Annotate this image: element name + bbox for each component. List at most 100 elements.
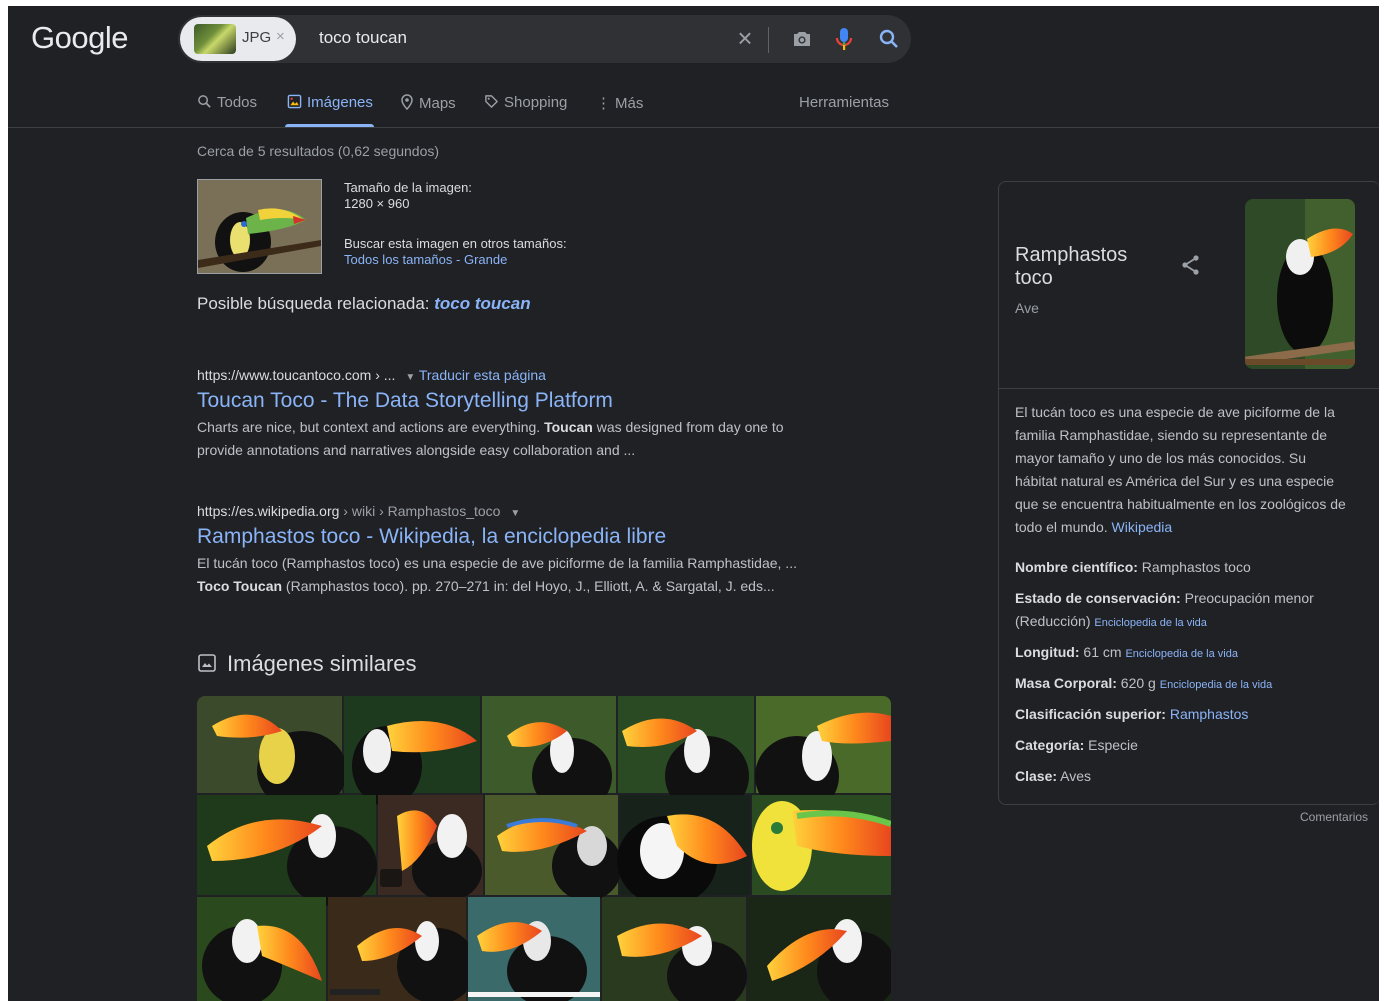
eol-source-link[interactable]: Enciclopedia de la vida — [1125, 648, 1238, 660]
query-image-preview[interactable] — [197, 179, 322, 274]
kp-title-line: Ramphastos — [1015, 244, 1128, 266]
all-sizes-link[interactable]: Todos los tamaños — [344, 252, 452, 267]
tools-button[interactable]: Herramientas — [799, 94, 889, 111]
image-icon — [287, 94, 302, 109]
search-bar[interactable]: JPG × toco toucan × — [178, 15, 911, 63]
fact-value: 61 cm — [1079, 644, 1122, 660]
tab-maps[interactable]: Maps — [400, 94, 456, 112]
related-search: Posible búsqueda relacionada: toco touca… — [197, 294, 531, 314]
google-logo[interactable]: Google — [31, 20, 128, 56]
image-size-value: 1280 × 960 — [344, 196, 410, 211]
result-stats: Cerca de 5 resultados (0,62 segundos) — [197, 143, 440, 159]
large-size-link[interactable]: Grande — [464, 252, 507, 267]
tab-label: Imágenes — [307, 94, 373, 111]
result-title[interactable]: Toucan Toco - The Data Storytelling Plat… — [197, 389, 897, 413]
snippet-text: Charts are nice, but context and actions… — [197, 419, 545, 435]
share-icon[interactable] — [1180, 254, 1202, 276]
chip-remove-button[interactable]: × — [276, 28, 285, 45]
result-url-line: https://es.wikipedia.org › wiki › Rampha… — [197, 503, 897, 519]
map-pin-icon — [401, 94, 413, 111]
similar-image[interactable] — [752, 795, 891, 895]
image-icon — [198, 654, 216, 672]
result-snippet: Charts are nice, but context and actions… — [197, 416, 897, 462]
similar-image[interactable] — [602, 897, 747, 1001]
header-divider — [8, 127, 1379, 128]
fact-label: Longitud: — [1015, 644, 1080, 660]
similar-image[interactable] — [468, 897, 600, 1001]
tab-imagenes[interactable]: Imágenes — [287, 94, 373, 111]
image-chip[interactable]: JPG × — [180, 17, 296, 61]
fact-label: Masa Corporal: — [1015, 675, 1117, 691]
search-input[interactable]: toco toucan — [319, 28, 407, 48]
similar-image[interactable] — [197, 696, 347, 811]
similar-images-mosaic — [197, 696, 891, 1001]
search-result: https://es.wikipedia.org › wiki › Rampha… — [197, 503, 897, 598]
fact-label: Clasificación superior: — [1015, 706, 1166, 722]
snippet-text: provide annotations and narratives along… — [197, 442, 636, 458]
fact-value: Aves — [1057, 768, 1092, 784]
result-url-domain[interactable]: https://es.wikipedia.org — [197, 503, 339, 519]
result-url-line: https://www.toucantoco.com › ... ▼ Tradu… — [197, 367, 897, 383]
ramphastos-link[interactable]: Ramphastos — [1170, 706, 1249, 722]
result-url[interactable]: https://www.toucantoco.com › ... — [197, 367, 395, 383]
camera-icon[interactable] — [790, 27, 814, 51]
kp-fact-mass: Masa Corporal: 620 g Enciclopedia de la … — [1015, 672, 1272, 697]
fact-label: Clase: — [1015, 768, 1058, 784]
similar-image[interactable] — [748, 897, 891, 1001]
similar-image[interactable] — [197, 795, 377, 906]
google-results-page: Google JPG × toco toucan × Todos Imágene… — [8, 6, 1379, 1001]
kp-description-line: que se encuentra habitualmente en los zo… — [1015, 496, 1346, 512]
snippet-text: (Ramphastos toco). pp. 270–271 in: del H… — [282, 578, 775, 594]
tag-icon — [485, 95, 498, 108]
similar-image[interactable] — [344, 696, 480, 806]
kp-fact-category: Categoría: Especie — [1015, 734, 1138, 757]
kp-fact-class: Clase: Aves — [1015, 765, 1091, 788]
similar-image[interactable] — [617, 795, 750, 906]
snippet-text: was designed from day one to — [592, 419, 784, 435]
toucan-image — [198, 180, 321, 273]
translate-link[interactable]: Traducir esta página — [419, 367, 546, 383]
kp-description-line: familia Ramphastidae, siendo su represen… — [1015, 427, 1328, 443]
fact-value: 620 g — [1116, 675, 1156, 691]
fact-value: Especie — [1084, 737, 1138, 753]
similar-image[interactable] — [378, 795, 483, 901]
tab-label: Shopping — [504, 94, 568, 111]
kp-fact-conservation: Estado de conservación: Preocupación men… — [1015, 587, 1314, 635]
knowledge-panel: Ramphastos toco Ave El tucán toco es una… — [998, 181, 1379, 805]
caret-down-icon[interactable]: ▼ — [405, 372, 415, 383]
feedback-link[interactable]: Comentarios — [1300, 810, 1368, 824]
image-size-label: Tamaño de la imagen: — [344, 180, 472, 195]
similar-image[interactable] — [328, 897, 477, 1001]
kp-description-line: El tucán toco es una especie de ave pici… — [1015, 404, 1335, 420]
related-search-link[interactable]: toco toucan — [434, 294, 530, 313]
kp-fact-length: Longitud: 61 cm Enciclopedia de la vida — [1015, 641, 1238, 666]
other-sizes-links: Todos los tamaños - Grande — [344, 252, 567, 268]
search-icon[interactable] — [877, 27, 901, 51]
wikipedia-link[interactable]: Wikipedia — [1112, 519, 1173, 535]
toucan-image — [1245, 199, 1355, 369]
fact-value: Preocupación menor — [1180, 590, 1314, 606]
caret-down-icon[interactable]: ▼ — [510, 508, 520, 519]
tab-mas[interactable]: ⋮ Más — [596, 94, 643, 112]
snippet-text: El tucán toco (Ramphastos toco) es una e… — [197, 555, 797, 571]
similar-image[interactable] — [485, 795, 622, 901]
fact-label: Estado de conservación: — [1015, 590, 1181, 606]
kp-image[interactable] — [1245, 199, 1355, 369]
result-title[interactable]: Ramphastos toco - Wikipedia, la enciclop… — [197, 525, 897, 549]
eol-source-link[interactable]: Enciclopedia de la vida — [1094, 617, 1207, 629]
query-image-thumbnail — [194, 24, 236, 54]
fact-value: Ramphastos toco — [1137, 559, 1251, 575]
tab-label: Maps — [419, 95, 456, 112]
tab-label: Todos — [217, 94, 258, 111]
kp-fact-higher-classification: Clasificación superior: Ramphastos — [1015, 703, 1248, 726]
clear-search-button[interactable]: × — [732, 23, 758, 54]
chip-label: JPG — [242, 29, 272, 46]
tab-todos[interactable]: Todos — [197, 94, 257, 111]
tab-shopping[interactable]: Shopping — [484, 94, 567, 111]
eol-source-link[interactable]: Enciclopedia de la vida — [1160, 679, 1273, 691]
result-url-path: › wiki › Ramphastos_toco — [339, 503, 501, 519]
kp-description-line: todo el mundo. — [1015, 519, 1108, 535]
microphone-icon[interactable] — [834, 26, 854, 52]
similar-image[interactable] — [197, 897, 326, 1001]
search-result: https://www.toucantoco.com › ... ▼ Tradu… — [197, 367, 897, 462]
